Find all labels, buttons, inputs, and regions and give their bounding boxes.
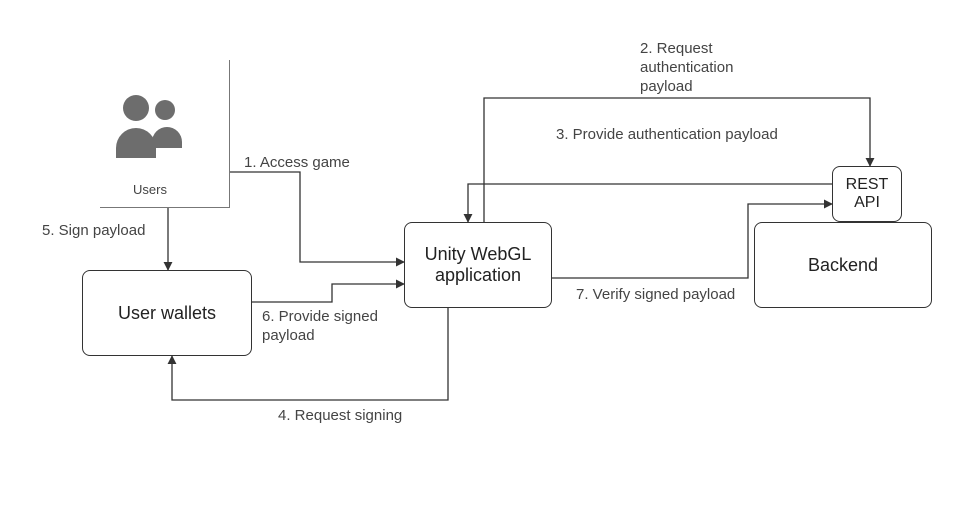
unity-webgl-box: Unity WebGL application	[404, 222, 552, 308]
label-sign-payload: 5. Sign payload	[42, 222, 145, 241]
label-provide-signed: 6. Provide signed payload	[262, 308, 378, 346]
label-verify-signed: 7. Verify signed payload	[576, 286, 735, 305]
rest-api-label: REST API	[846, 176, 889, 212]
backend-label: Backend	[808, 255, 878, 276]
users-frame	[100, 60, 230, 208]
label-request-signing: 4. Request signing	[278, 407, 402, 426]
user-wallets-label: User wallets	[118, 303, 216, 324]
label-provide-auth: 3. Provide authentication payload	[556, 126, 778, 145]
rest-api-box: REST API	[832, 166, 902, 222]
user-wallets-box: User wallets	[82, 270, 252, 356]
label-request-auth: 2. Request authentication payload	[640, 40, 733, 96]
backend-box: Backend	[754, 222, 932, 308]
label-access-game: 1. Access game	[244, 154, 350, 173]
unity-webgl-label: Unity WebGL application	[425, 244, 532, 286]
